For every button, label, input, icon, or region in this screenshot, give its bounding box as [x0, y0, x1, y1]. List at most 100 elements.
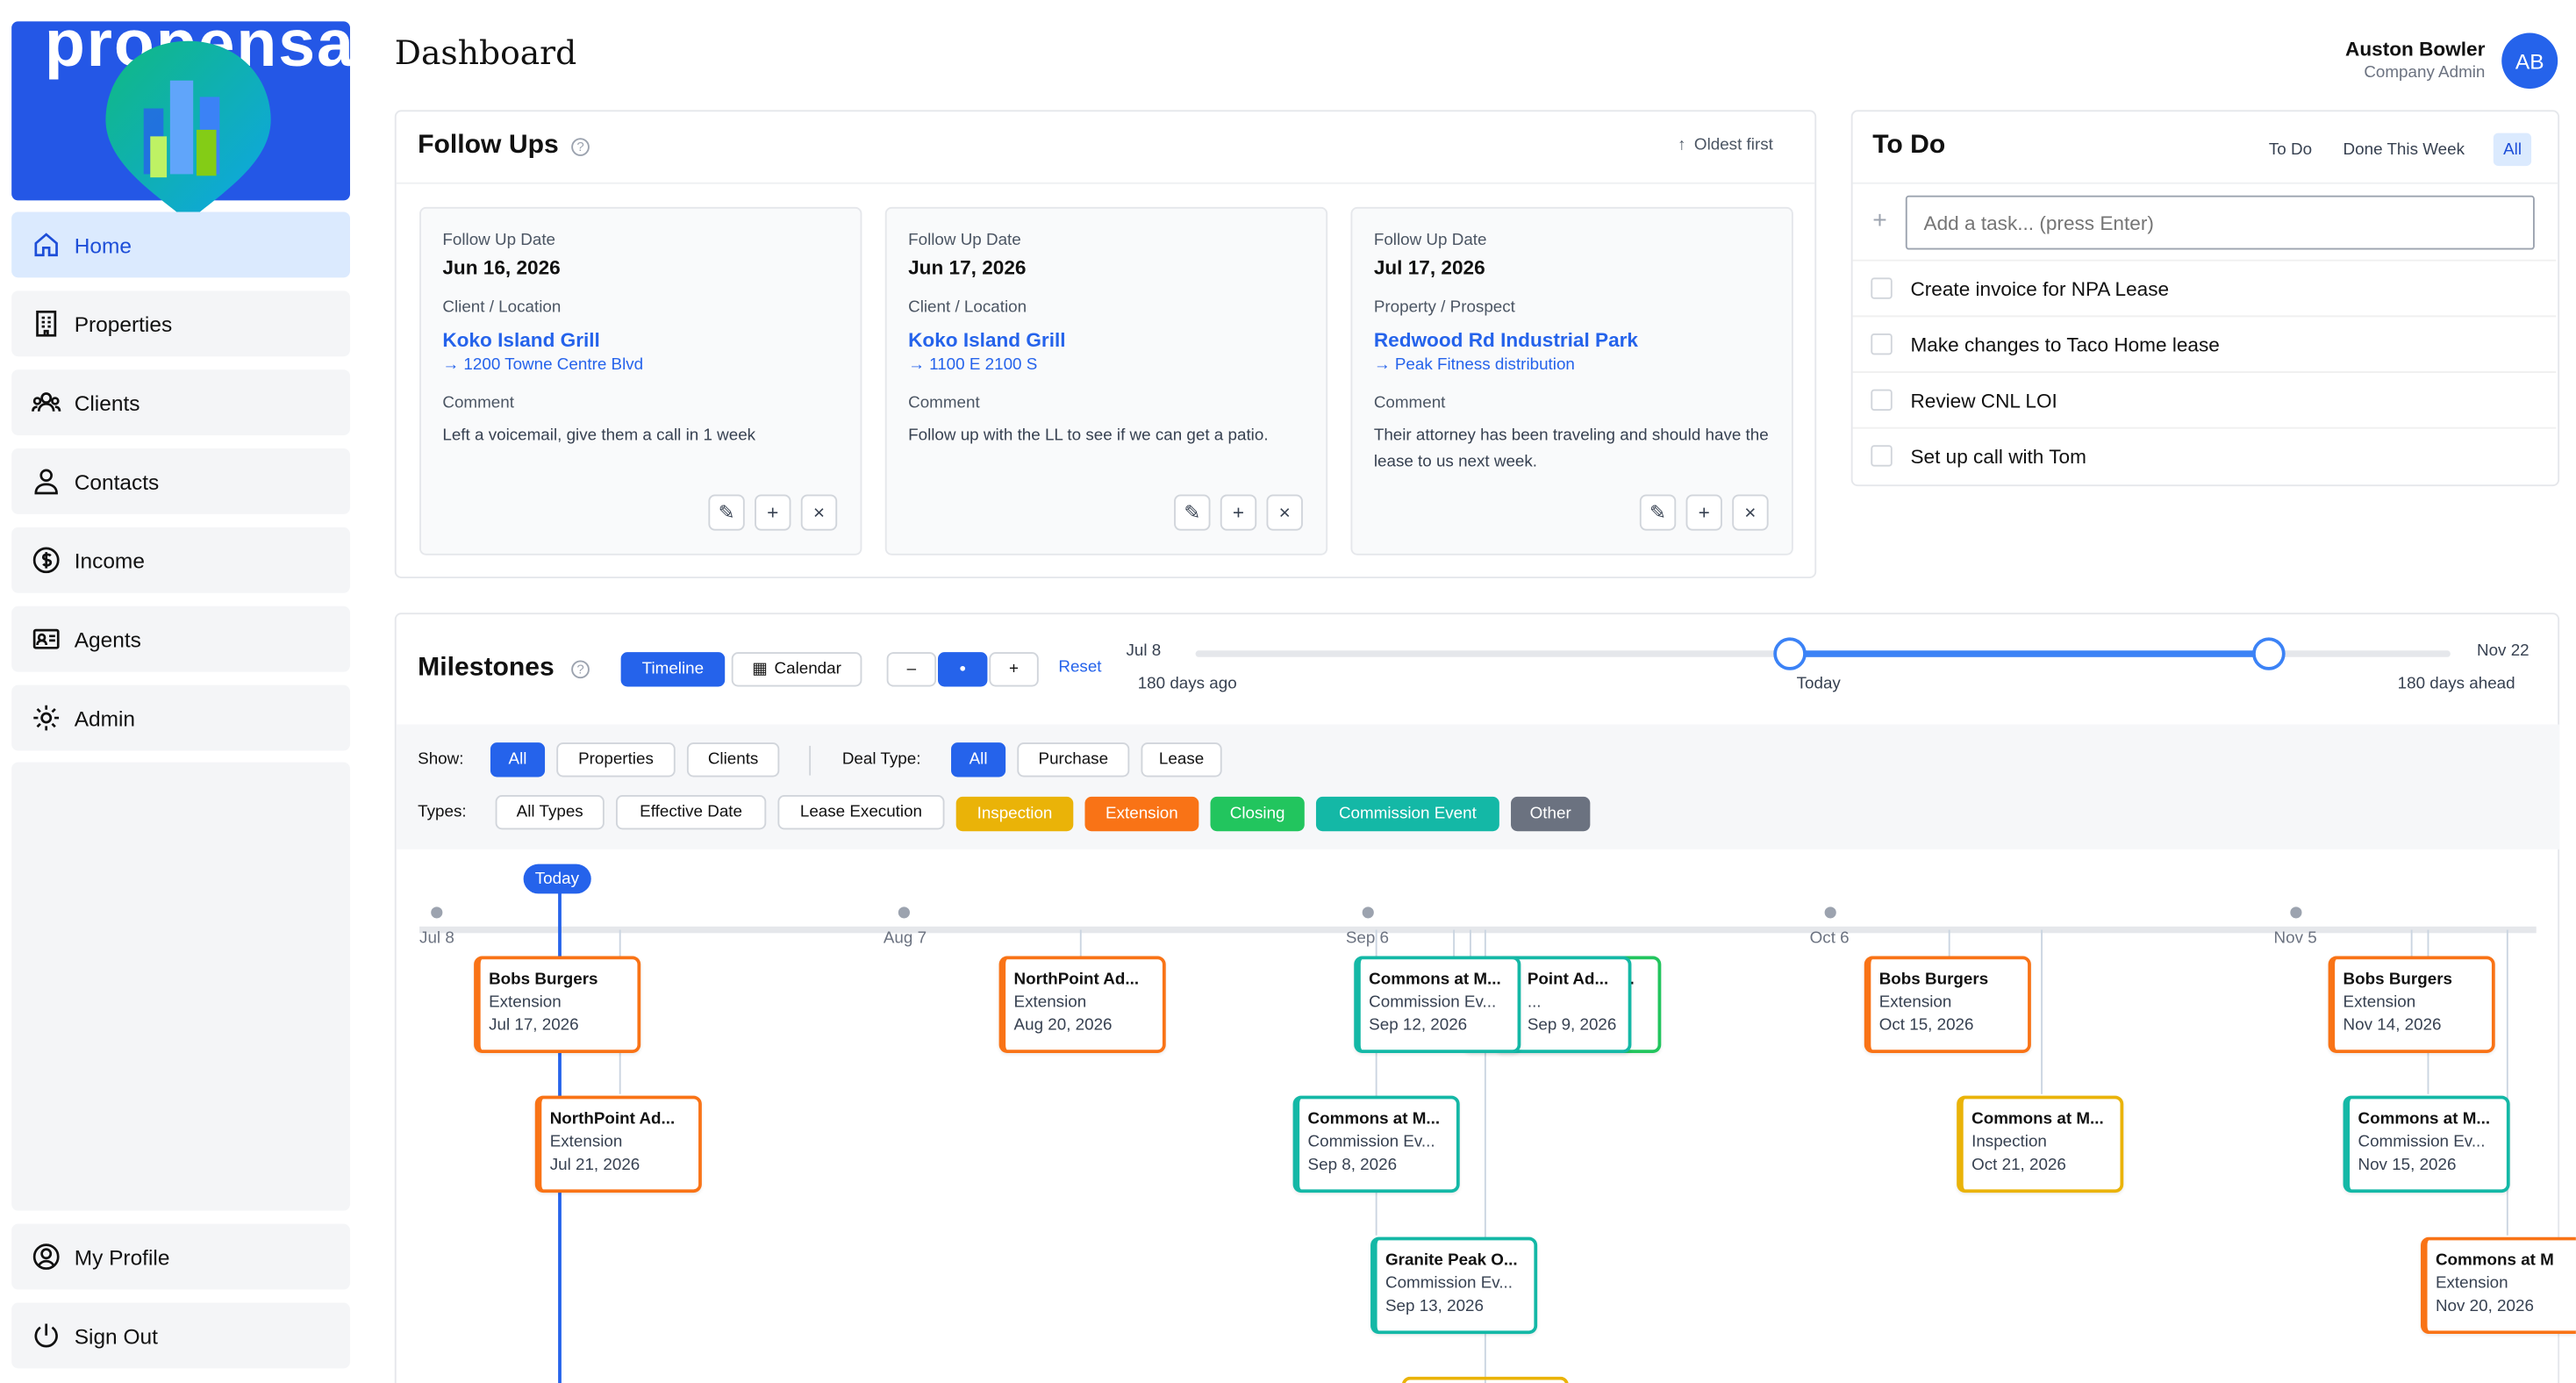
milestone-card[interactable]: Commons at M... Commission Ev... Sep 12,… [1354, 956, 1521, 1053]
comment-label: Comment [442, 394, 514, 412]
type-extension-chip[interactable]: Extension [1084, 796, 1199, 832]
milestone-date: Oct 21, 2026 [1971, 1156, 2066, 1175]
deal-lease-button[interactable]: Lease [1141, 742, 1222, 777]
entity-label: Client / Location [442, 298, 562, 318]
milestone-name: Bobs Burgers [1878, 971, 1989, 989]
location-link[interactable]: → 1200 Towne Centre Blvd [442, 356, 643, 375]
todo-item[interactable]: Review CNL LOI [1852, 371, 2557, 427]
sidebar-item-agents[interactable]: Agents [11, 606, 350, 672]
milestone-card[interactable]: NorthPoint Ad... Extension Aug 20, 2026 [998, 956, 1166, 1053]
prospect-link[interactable]: → Peak Fitness distribution [1374, 356, 1575, 375]
timeline-tick-label: Aug 7 [883, 929, 927, 949]
show-clients-button[interactable]: Clients [686, 742, 780, 777]
todo-item[interactable]: Make changes to Taco Home lease [1852, 315, 2557, 371]
milestone-type: Extension [2343, 993, 2416, 1013]
todo-checkbox[interactable] [1871, 277, 1893, 299]
view-timeline-button[interactable]: Timeline [620, 652, 726, 687]
location-link[interactable]: → 1100 E 2100 S [908, 356, 1037, 375]
client-link[interactable]: Koko Island Grill [908, 328, 1065, 351]
tab-to-do[interactable]: To Do [2259, 133, 2322, 166]
todo-item[interactable]: Create invoice for NPA Lease [1852, 259, 2557, 316]
milestone-card[interactable]: Bobs Burgers Extension Nov 14, 2026 [2328, 956, 2495, 1053]
sidebar-item-my-profile[interactable]: My Profile [11, 1223, 350, 1290]
edit-button[interactable]: ✎ [1174, 494, 1211, 531]
brand-logo[interactable]: propensa [11, 8, 354, 222]
milestone-card[interactable]: Bobs Burgers Extension Jul 17, 2026 [474, 956, 641, 1053]
milestone-type: Extension [1878, 993, 1952, 1013]
sidebar-item-sign-out[interactable]: Sign Out [11, 1302, 350, 1369]
show-properties-button[interactable]: Properties [556, 742, 676, 777]
add-button[interactable]: + [755, 494, 791, 531]
sidebar-item-properties[interactable]: Properties [11, 290, 350, 357]
deal-all-button[interactable]: All [951, 742, 1006, 777]
timeline-dot [898, 906, 910, 919]
type-commission-event-chip[interactable]: Commission Event [1315, 796, 1499, 832]
type-effective-date-button[interactable]: Effective Date [615, 795, 767, 830]
entity-label: Client / Location [908, 298, 1027, 318]
milestone-card[interactable]: Commons at M Extension Nov 20, 2026 [2421, 1236, 2576, 1335]
range-start-sub: 180 days ago [1137, 675, 1237, 693]
timeline-dot [431, 906, 443, 919]
todo-checkbox[interactable] [1871, 333, 1893, 355]
view-calendar-button[interactable]: ▦ Calendar [731, 652, 862, 687]
todo-item[interactable]: Set up call with Tom [1852, 426, 2557, 484]
todo-title: To Do [1872, 131, 1946, 160]
avatar[interactable]: AB [2501, 32, 2558, 90]
timeline-dot [1362, 906, 1374, 919]
help-icon[interactable]: ? [571, 660, 590, 679]
milestone-card[interactable]: NorthPoint Ad... Extension Jul 21, 2026 [534, 1095, 702, 1193]
tab-all[interactable]: All [2493, 133, 2532, 167]
dismiss-button[interactable]: × [1732, 494, 1769, 531]
dismiss-button[interactable]: × [1266, 494, 1303, 531]
event-connector [1948, 929, 1950, 957]
pencil-icon: ✎ [718, 500, 735, 525]
client-link[interactable]: Koko Island Grill [442, 328, 599, 351]
zoom-in-button[interactable]: + [989, 652, 1039, 687]
logo-pin-icon [105, 40, 271, 222]
sidebar-item-label: Home [74, 232, 132, 257]
todo-checkbox[interactable] [1871, 445, 1893, 467]
zoom-out-button[interactable]: – [886, 652, 937, 687]
sort-toggle[interactable]: ↑ Oldest first [1678, 136, 1773, 154]
sidebar-item-contacts[interactable]: Contacts [11, 448, 350, 514]
add-button[interactable]: + [1220, 494, 1257, 531]
milestone-card[interactable]: Commons at M... Commission Ev... Nov 15,… [2343, 1095, 2510, 1193]
milestone-card[interactable]: Bobs Burgers Extension Oct 15, 2026 [1864, 956, 2031, 1053]
milestone-card[interactable]: Commons at M... Inspection Oct 21, 2026 [1957, 1095, 2124, 1193]
sidebar-item-clients[interactable]: Clients [11, 369, 350, 436]
sidebar-item-income[interactable]: Income [11, 527, 350, 593]
deal-purchase-button[interactable]: Purchase [1017, 742, 1130, 777]
reset-link[interactable]: Reset [1058, 659, 1101, 677]
add-task-input[interactable] [1905, 195, 2535, 250]
plus-icon[interactable]: + [1872, 209, 1886, 233]
help-icon[interactable]: ? [571, 138, 590, 156]
dismiss-button[interactable]: × [800, 494, 838, 531]
type-inspection-chip[interactable]: Inspection [955, 796, 1074, 832]
show-label: Show: [418, 750, 464, 770]
type-closing-chip[interactable]: Closing [1210, 796, 1305, 832]
sidebar-item-label: Agents [74, 627, 141, 652]
range-slider-end-handle[interactable] [2252, 637, 2286, 670]
timeline-tick-label: Sep 6 [1345, 929, 1390, 949]
edit-button[interactable]: ✎ [1639, 494, 1677, 531]
milestone-card-partial[interactable] [1401, 1376, 1569, 1383]
milestone-card[interactable]: Commons at M... Commission Ev... Sep 8, … [1292, 1095, 1460, 1193]
range-slider-start-handle[interactable] [1773, 637, 1807, 670]
clients-icon [32, 392, 61, 412]
property-link[interactable]: Redwood Rd Industrial Park [1374, 328, 1638, 351]
tab-done-this-week[interactable]: Done This Week [2333, 133, 2474, 166]
type-other-chip[interactable]: Other [1511, 796, 1591, 832]
sidebar-item-admin[interactable]: Admin [11, 684, 350, 751]
milestone-name: NorthPoint Ad... [1013, 971, 1140, 989]
todo-checkbox[interactable] [1871, 389, 1893, 411]
edit-button[interactable]: ✎ [708, 494, 745, 531]
type-all-button[interactable]: All Types [495, 795, 605, 830]
pencil-icon: ✎ [1649, 500, 1666, 525]
type-lease-execution-button[interactable]: Lease Execution [777, 795, 945, 830]
add-button[interactable]: + [1685, 494, 1722, 531]
milestone-card[interactable]: Granite Peak O... Commission Ev... Sep 1… [1370, 1236, 1538, 1335]
zoom-reset-dot-button[interactable]: ● [937, 652, 988, 687]
sidebar-item-home[interactable]: Home [11, 211, 350, 278]
show-all-button[interactable]: All [490, 742, 546, 777]
types-label: Types: [418, 803, 467, 821]
